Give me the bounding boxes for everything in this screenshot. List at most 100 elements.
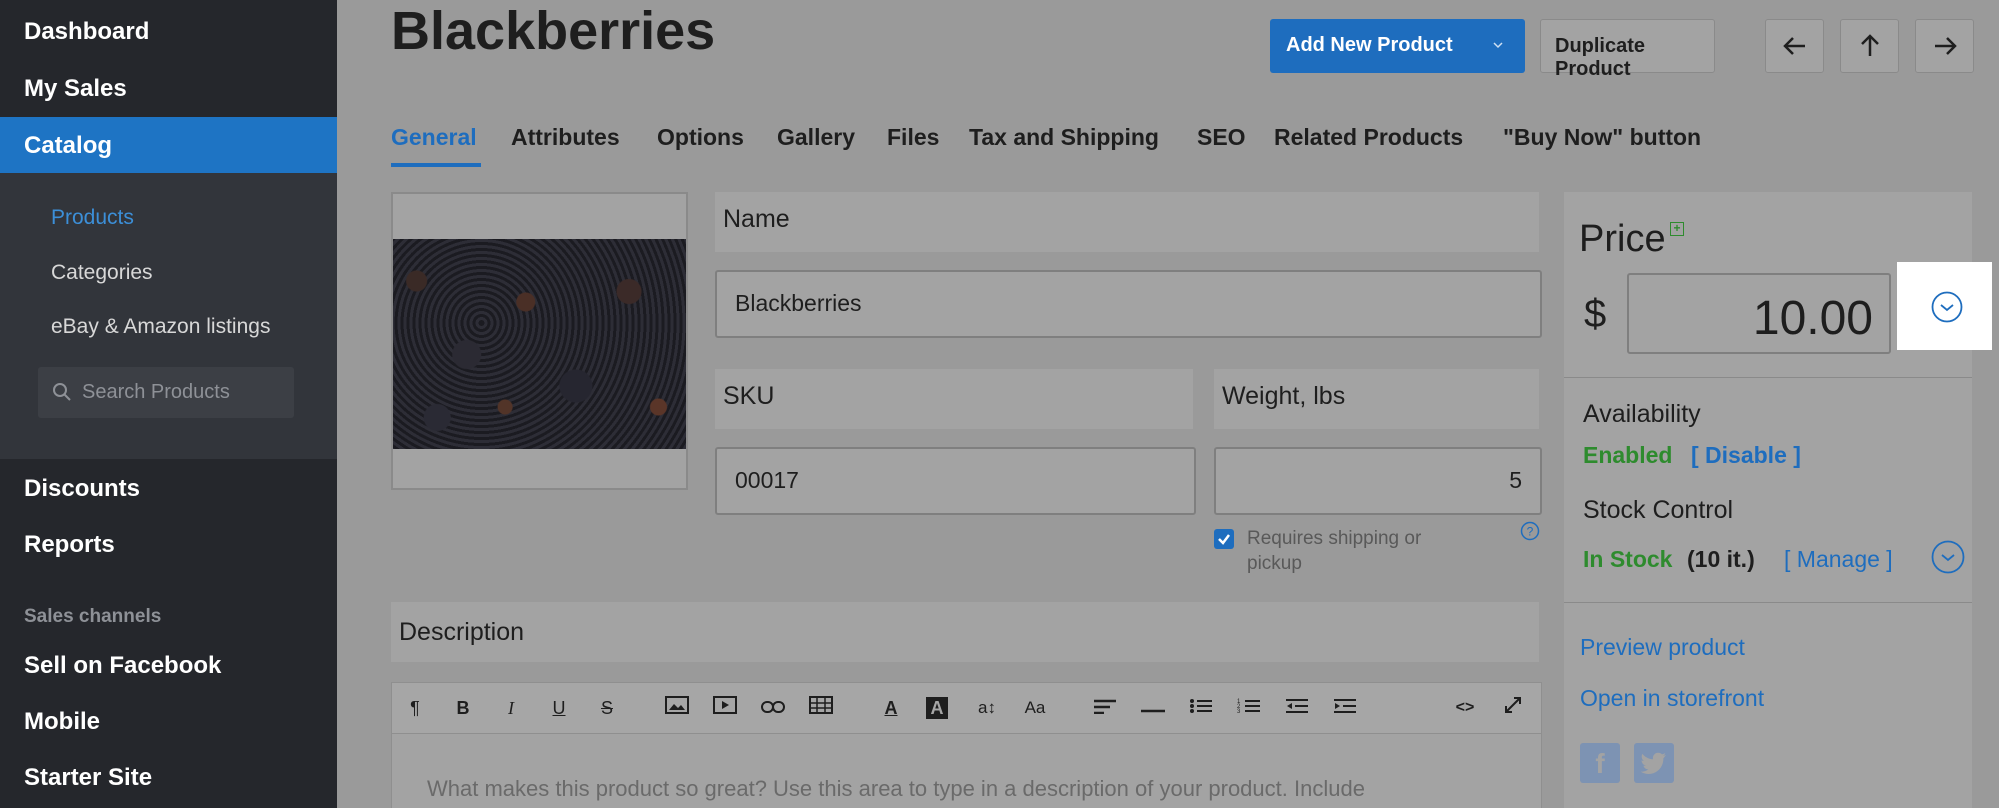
tab-buy-now-button[interactable]: "Buy Now" button bbox=[1503, 124, 1701, 151]
stock-status: In Stock bbox=[1583, 546, 1673, 572]
bold-icon[interactable]: B bbox=[450, 695, 476, 721]
tab-tax-shipping[interactable]: Tax and Shipping bbox=[969, 124, 1159, 151]
indent-icon[interactable] bbox=[1332, 695, 1358, 721]
sku-value: 00017 bbox=[735, 467, 799, 493]
stock-chevron-down-circle-icon[interactable] bbox=[1931, 540, 1965, 574]
price-input[interactable]: 10.00 bbox=[1627, 273, 1891, 354]
italic-icon[interactable]: I bbox=[498, 695, 524, 721]
catalog-subnav: Products Categories eBay & Amazon listin… bbox=[0, 173, 337, 459]
chevron-down-icon[interactable] bbox=[1489, 36, 1507, 54]
bullet-list-icon[interactable] bbox=[1188, 695, 1214, 721]
nav-starter-site[interactable]: Starter Site bbox=[24, 764, 152, 792]
tab-options[interactable]: Options bbox=[657, 124, 744, 151]
fullscreen-icon[interactable] bbox=[1500, 695, 1526, 721]
link-icon[interactable] bbox=[760, 695, 786, 721]
panel-divider bbox=[1564, 377, 1972, 378]
table-icon[interactable] bbox=[808, 695, 834, 721]
prev-product-button[interactable] bbox=[1765, 19, 1824, 73]
tab-seo[interactable]: SEO bbox=[1197, 124, 1246, 151]
align-icon[interactable] bbox=[1092, 695, 1118, 721]
tab-general[interactable]: General bbox=[391, 124, 477, 151]
tab-related-products[interactable]: Related Products bbox=[1274, 124, 1463, 151]
subnav-products[interactable]: Products bbox=[51, 206, 134, 230]
open-storefront-link[interactable]: Open in storefront bbox=[1580, 685, 1764, 712]
arrow-up-icon bbox=[1860, 34, 1879, 56]
arrow-left-icon bbox=[1782, 37, 1805, 55]
nav-sell-on-facebook[interactable]: Sell on Facebook bbox=[24, 652, 221, 680]
checkmark-icon bbox=[1218, 534, 1230, 545]
description-label-bar: Description bbox=[391, 602, 1539, 662]
horizontal-rule-icon[interactable] bbox=[1140, 695, 1166, 721]
image-icon[interactable] bbox=[664, 695, 690, 721]
stock-count: (10 it.) bbox=[1687, 546, 1755, 572]
video-icon[interactable] bbox=[712, 695, 738, 721]
nav-discounts[interactable]: Discounts bbox=[24, 475, 140, 503]
up-product-button[interactable] bbox=[1840, 19, 1899, 73]
disable-link[interactable]: [ Disable ] bbox=[1691, 442, 1801, 469]
search-icon bbox=[53, 383, 71, 401]
sku-label: SKU bbox=[723, 382, 775, 410]
add-price-icon[interactable]: + bbox=[1670, 222, 1684, 236]
nav-dashboard[interactable]: Dashboard bbox=[24, 18, 149, 46]
outdent-icon[interactable] bbox=[1284, 695, 1310, 721]
product-image[interactable] bbox=[391, 192, 688, 490]
font-family-icon[interactable]: Aa bbox=[1022, 695, 1048, 721]
name-label: Name bbox=[723, 205, 790, 233]
subnav-ebay-amazon[interactable]: eBay & Amazon listings bbox=[51, 315, 270, 339]
name-input[interactable]: Blackberries bbox=[715, 270, 1542, 338]
requires-shipping-checkbox[interactable] bbox=[1214, 529, 1234, 549]
sku-input[interactable]: 00017 bbox=[715, 447, 1196, 515]
help-icon[interactable]: ? bbox=[1520, 521, 1540, 541]
description-placeholder: What makes this product so great? Use th… bbox=[427, 776, 1365, 801]
underline-icon[interactable]: U bbox=[546, 695, 572, 721]
preview-product-link[interactable]: Preview product bbox=[1580, 634, 1745, 661]
search-placeholder: Search Products bbox=[82, 381, 230, 403]
blackberries-photo bbox=[393, 239, 686, 449]
nav-catalog[interactable]: Catalog bbox=[24, 132, 112, 160]
weight-value: 5 bbox=[1509, 467, 1522, 493]
svg-text:?: ? bbox=[1527, 525, 1534, 539]
panel-divider-2 bbox=[1564, 602, 1972, 603]
add-new-product-button[interactable]: Add New Product bbox=[1270, 19, 1525, 73]
currency-symbol: $ bbox=[1584, 292, 1607, 336]
nav-my-sales[interactable]: My Sales bbox=[24, 75, 127, 103]
subnav-categories[interactable]: Categories bbox=[51, 261, 153, 285]
weight-input[interactable]: 5 bbox=[1214, 447, 1542, 515]
paragraph-icon[interactable]: ¶ bbox=[402, 695, 428, 721]
active-tab-indicator bbox=[391, 163, 481, 167]
font-size-icon[interactable]: a↕ bbox=[974, 695, 1000, 721]
sidebar: Dashboard My Sales Catalog Products Cate… bbox=[0, 0, 337, 808]
duplicate-product-label: Duplicate Product bbox=[1555, 35, 1646, 80]
numbered-list-icon[interactable]: 123 bbox=[1236, 695, 1262, 721]
name-label-bar: Name bbox=[715, 192, 1539, 252]
strikethrough-icon[interactable]: S bbox=[594, 695, 620, 721]
sku-label-bar: SKU bbox=[715, 369, 1193, 429]
next-product-button[interactable] bbox=[1915, 19, 1974, 73]
stock-control-label: Stock Control bbox=[1583, 496, 1734, 524]
tab-gallery[interactable]: Gallery bbox=[777, 124, 855, 151]
price-value: 10.00 bbox=[1752, 292, 1873, 345]
editor-toolbar: ¶ B I U S A A a↕ Aa 123 <> bbox=[391, 682, 1542, 734]
tab-files[interactable]: Files bbox=[887, 124, 939, 151]
svg-text:3: 3 bbox=[1237, 709, 1241, 714]
manage-stock-link[interactable]: [ Manage ] bbox=[1784, 546, 1893, 573]
twitter-share-icon[interactable] bbox=[1634, 743, 1674, 783]
tab-attributes[interactable]: Attributes bbox=[511, 124, 620, 151]
duplicate-product-button[interactable]: Duplicate Product bbox=[1540, 19, 1715, 80]
facebook-share-icon[interactable]: f bbox=[1580, 743, 1620, 783]
description-editor[interactable]: What makes this product so great? Use th… bbox=[391, 734, 1542, 808]
description-label: Description bbox=[399, 618, 525, 646]
search-products-input[interactable]: Search Products bbox=[38, 367, 294, 418]
highlight-color-icon[interactable]: A bbox=[926, 697, 948, 719]
availability-label: Availability bbox=[1583, 400, 1701, 428]
font-color-icon[interactable]: A bbox=[878, 695, 904, 721]
code-view-icon[interactable]: <> bbox=[1452, 695, 1478, 721]
availability-status: Enabled bbox=[1583, 442, 1673, 468]
nav-reports[interactable]: Reports bbox=[24, 531, 115, 559]
weight-label-bar: Weight, lbs bbox=[1214, 369, 1539, 429]
price-options-toggle[interactable] bbox=[1897, 262, 1992, 350]
nav-mobile[interactable]: Mobile bbox=[24, 708, 100, 736]
weight-label: Weight, lbs bbox=[1222, 382, 1346, 410]
requires-shipping-label[interactable]: Requires shipping or pickup bbox=[1247, 526, 1477, 576]
section-sales-channels: Sales channels bbox=[24, 606, 162, 627]
